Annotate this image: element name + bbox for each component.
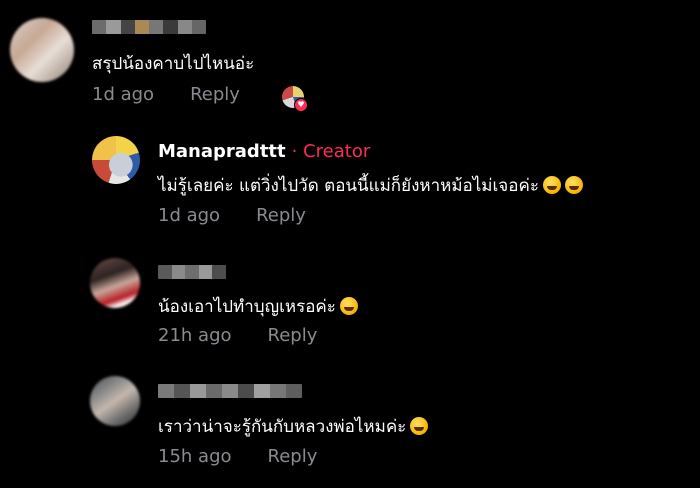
- comment-item: เราว่าน่าจะรู้กันกับหลวงพ่อไหมค่ะ 15h ag…: [0, 0, 700, 488]
- comment-meta: 15h ago Reply: [158, 446, 317, 467]
- comment-text: เราว่าน่าจะรู้กันกับหลวงพ่อไหมค่ะ: [158, 413, 429, 440]
- reply-button[interactable]: Reply: [268, 446, 318, 467]
- timestamp: 15h ago: [158, 446, 232, 467]
- username-redacted[interactable]: [158, 384, 302, 398]
- avatar[interactable]: [90, 376, 140, 426]
- laughing-tears-emoji-icon: [410, 417, 429, 435]
- comments-panel: สรุปน้องคาบไปไหนอ่ะ 1d ago Reply ♥ Manap…: [0, 0, 700, 488]
